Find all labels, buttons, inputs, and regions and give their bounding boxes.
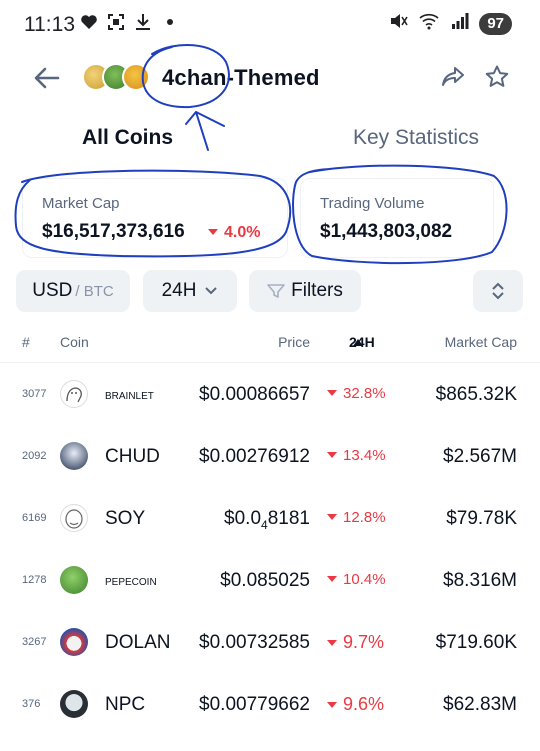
column-market-cap[interactable]: Market Cap [445, 334, 517, 350]
sort-icon [492, 282, 504, 300]
filter-icon [267, 284, 285, 298]
down-triangle-icon [327, 452, 337, 458]
down-triangle-icon [327, 702, 337, 708]
row-rank: 6169 [22, 512, 47, 524]
coin-price: $0.00086657 [199, 384, 310, 405]
trading-volume-card: Trading Volume $1,443,803,082 [300, 178, 494, 258]
coin-name: BRAINLET [105, 391, 154, 402]
table-controls: USD / BTC 24H Filters [0, 270, 540, 314]
market-cap-value: $16,517,373,616 [42, 221, 185, 242]
system-icons: 97 [389, 12, 512, 35]
tab-bar: All Coins Key Statistics [0, 126, 540, 162]
back-arrow-icon[interactable] [32, 64, 62, 92]
coin-24h-change: 12.8% [327, 509, 386, 526]
coin-price: $0.00779662 [199, 694, 310, 715]
coin-24h-change: 10.4% [327, 571, 386, 588]
meme-coin-avatar [122, 63, 150, 91]
column-24h[interactable]: 24H [349, 334, 375, 350]
soy-logo [60, 504, 88, 532]
npc-logo [60, 690, 88, 718]
signal-icon [451, 13, 469, 34]
table-row[interactable]: 2092 CHUD $0.00276912 13.4% $2.567M [0, 426, 540, 488]
battery-indicator: 97 [479, 12, 512, 35]
coin-market-cap: $79.78K [446, 508, 517, 529]
coin-price: $0.00276912 [199, 446, 310, 467]
row-rank: 3077 [22, 388, 47, 400]
row-rank: 1278 [22, 574, 47, 586]
coin-price: $0.00732585 [199, 632, 310, 653]
column-rank[interactable]: # [22, 334, 30, 350]
filters-label: Filters [291, 280, 343, 301]
dot-icon [161, 12, 179, 32]
market-cap-card: Market Cap $16,517,373,616 4.0% [22, 178, 288, 258]
row-rank: 376 [22, 698, 41, 710]
category-coin-avatars [82, 63, 154, 93]
row-rank: 3267 [22, 636, 47, 648]
tab-all-coins[interactable]: All Coins [82, 126, 173, 150]
period-dropdown[interactable]: 24H [143, 270, 237, 312]
table-row[interactable]: 3077 BRAINLET $0.00086657 32.8% $865.32K [0, 364, 540, 426]
table-row[interactable]: 6169 SOY $0.048181 12.8% $79.78K [0, 488, 540, 550]
column-price[interactable]: Price [278, 334, 310, 350]
heart-icon [80, 12, 98, 32]
filters-button[interactable]: Filters [249, 270, 361, 312]
currency-toggle[interactable]: USD / BTC [16, 270, 130, 312]
header-divider [0, 362, 540, 363]
coin-market-cap: $8.316M [443, 570, 517, 591]
page-title: 4chan-Themed [162, 65, 320, 90]
dolan-logo [60, 628, 88, 656]
chevron-down-icon [205, 287, 218, 295]
market-cap-change: 4.0% [208, 224, 260, 242]
trading-volume-value: $1,443,803,082 [320, 221, 453, 242]
download-icon [134, 12, 152, 32]
coin-24h-change: 13.4% [327, 447, 386, 464]
status-time: 11:13 [24, 13, 75, 36]
share-icon[interactable] [440, 64, 466, 90]
table-row[interactable]: 376 NPC $0.00779662 9.6% $62.83M [0, 674, 540, 736]
page-header: 4chan-Themed [0, 52, 540, 104]
coin-name: NPC [105, 694, 146, 715]
table-row[interactable]: 1278 PEPECOIN $0.085025 10.4% $8.316M [0, 550, 540, 612]
coin-name: DOLAN [105, 632, 171, 653]
period-label: 24H [161, 280, 197, 301]
coin-name: CHUD [105, 446, 160, 467]
coin-market-cap: $62.83M [443, 694, 517, 715]
coin-market-cap: $2.567M [443, 446, 517, 467]
coin-market-cap: $719.60K [435, 632, 517, 653]
trading-volume-label: Trading Volume [320, 195, 425, 212]
down-triangle-icon [327, 390, 337, 396]
down-triangle-icon [327, 576, 337, 582]
column-coin[interactable]: Coin [60, 334, 89, 350]
table-header: # Coin Price 24H Market Cap [0, 334, 540, 356]
tab-key-statistics[interactable]: Key Statistics [353, 126, 479, 150]
chud-logo [60, 442, 88, 470]
table-row[interactable]: 3267 DOLAN $0.00732585 9.7% $719.60K [0, 612, 540, 674]
currency-btc: / BTC [75, 282, 114, 300]
sort-button[interactable] [473, 270, 523, 312]
down-triangle-icon [327, 514, 337, 520]
down-triangle-icon [327, 640, 337, 646]
coin-price: $0.048181 [224, 508, 310, 532]
screenshot-icon [107, 12, 125, 32]
coin-name: SOY [105, 508, 146, 529]
status-bar: 11:13 97 [0, 0, 540, 50]
currency-usd: USD [32, 280, 73, 301]
down-triangle-icon [208, 229, 218, 235]
notification-icons [80, 12, 179, 32]
star-icon[interactable] [484, 64, 510, 90]
coin-price: $0.085025 [220, 570, 310, 591]
coin-market-cap: $865.32K [435, 384, 517, 405]
pepecoin-logo [60, 566, 88, 594]
row-rank: 2092 [22, 450, 47, 462]
brainlet-logo [60, 380, 88, 408]
market-cap-label: Market Cap [42, 195, 120, 212]
mute-icon [389, 12, 409, 35]
coin-24h-change: 9.7% [327, 632, 384, 653]
wifi-icon [419, 12, 441, 35]
coin-24h-change: 9.6% [327, 694, 384, 715]
coin-24h-change: 32.8% [327, 385, 386, 402]
coin-name: PEPECOIN [105, 577, 157, 588]
